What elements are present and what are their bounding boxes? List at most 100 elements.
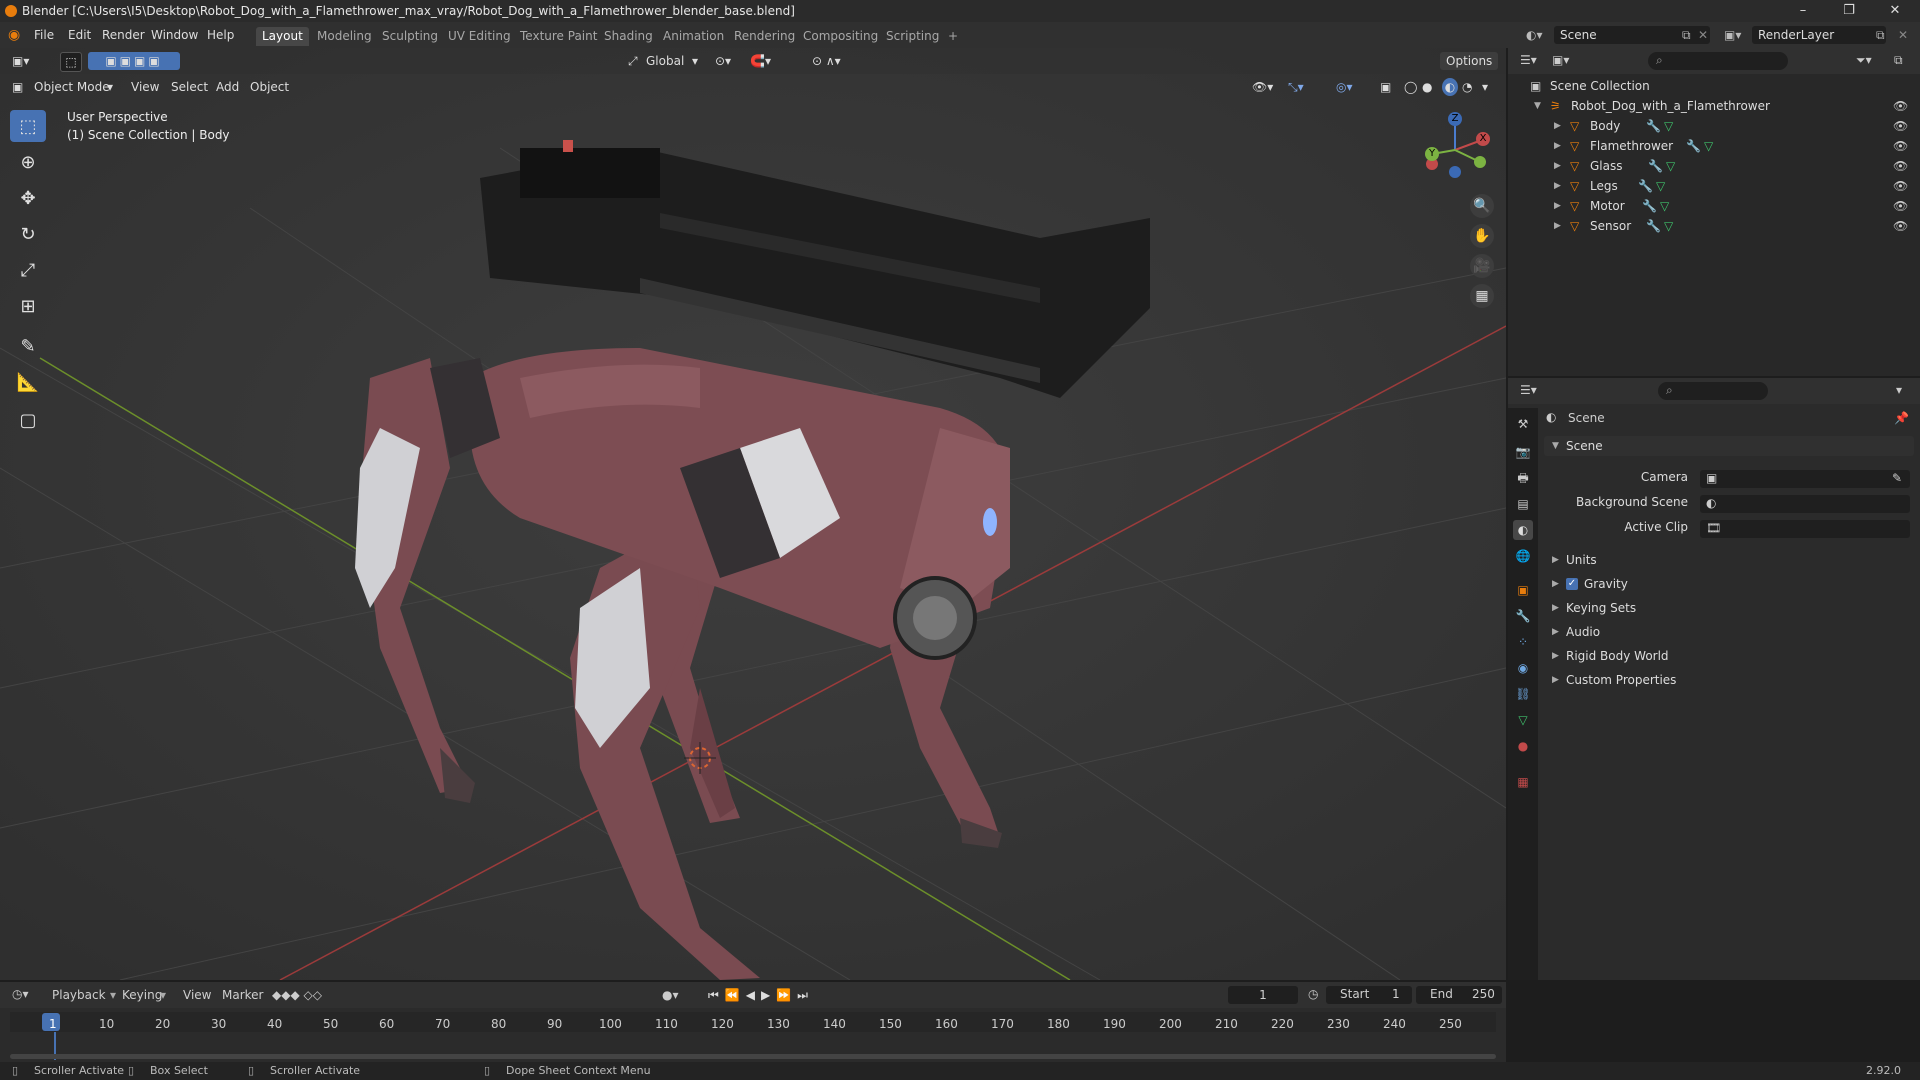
gravity-section[interactable]: ▶ ✓ Gravity <box>1544 574 1914 594</box>
gizmo-y-label[interactable]: Y <box>1425 147 1439 161</box>
viewport-menu-select[interactable]: Select <box>171 78 208 96</box>
expand-arrow-icon[interactable]: ▶ <box>1552 646 1559 666</box>
data-tab-icon[interactable]: ▽ <box>1513 710 1533 730</box>
pin-icon[interactable]: 📌 <box>1894 411 1909 425</box>
solid-shading-icon[interactable]: ● <box>1422 78 1432 96</box>
annotate-tool[interactable]: ✎ <box>10 330 46 362</box>
transform-orientation-icon[interactable]: ⤢ <box>628 52 638 70</box>
object-mode-dropdown[interactable]: Object Mode <box>34 78 110 96</box>
eyedropper-icon[interactable]: ✎ <box>1892 471 1902 485</box>
keyframe-icons[interactable]: ◆◆◆ ◇◇ <box>272 988 322 1002</box>
tab-modeling[interactable]: Modeling <box>311 27 378 46</box>
render-tab-icon[interactable]: 📷 <box>1513 442 1533 462</box>
custom-properties-section[interactable]: ▶ Custom Properties <box>1544 670 1914 690</box>
camera-field[interactable]: ▣ ✎ <box>1700 470 1910 488</box>
active-clip-field[interactable]: 🎞 <box>1700 520 1910 538</box>
visibility-eye-icon[interactable]: 👁 <box>1893 136 1908 156</box>
scene-selector-icon[interactable]: ◐▾ <box>1526 26 1543 44</box>
mesh-data-icon[interactable]: ▽ <box>1660 196 1669 216</box>
measure-tool[interactable]: 📐 <box>10 366 46 398</box>
audio-section[interactable]: ▶ Audio <box>1544 622 1914 642</box>
tab-uv-editing[interactable]: UV Editing <box>442 27 517 46</box>
proportional-editing-icon[interactable]: ⊙ ∧▾ <box>812 52 841 70</box>
expand-arrow-icon[interactable]: ▶ <box>1552 574 1559 594</box>
visibility-eye-icon[interactable]: 👁 <box>1893 216 1908 236</box>
mesh-data-icon[interactable]: ▽ <box>1664 116 1673 136</box>
visibility-eye-icon[interactable]: 👁 <box>1893 96 1908 116</box>
timeline-menu-keying[interactable]: Keying <box>122 988 162 1002</box>
modifier-wrench-icon[interactable]: 🔧 <box>1642 196 1657 216</box>
ortho-grid-icon[interactable]: ▦ <box>1470 284 1494 308</box>
expand-arrow-icon[interactable]: ▶ <box>1554 176 1561 196</box>
menu-render[interactable]: Render <box>102 26 145 44</box>
close-button[interactable]: ✕ <box>1872 0 1918 22</box>
new-collection-icon[interactable]: ⧉ <box>1894 53 1903 68</box>
select-box-tool[interactable]: ⬚ <box>10 110 46 142</box>
properties-options-icon[interactable]: ▾ <box>1896 383 1902 397</box>
display-mode-icon[interactable]: ▣▾ <box>1552 53 1569 67</box>
units-section[interactable]: ▶ Units <box>1544 550 1914 570</box>
orientation-dropdown[interactable]: Global <box>646 52 684 70</box>
preview-range-icon[interactable]: ◷ <box>1308 987 1318 1001</box>
select-tool-icon[interactable]: ⬚ <box>60 52 82 72</box>
menu-file[interactable]: File <box>34 26 54 44</box>
outliner-search-input[interactable]: ⌕ <box>1648 52 1788 70</box>
viewport-menu-add[interactable]: Add <box>216 78 239 96</box>
keying-sets-section[interactable]: ▶ Keying Sets <box>1544 598 1914 618</box>
tab-rendering[interactable]: Rendering <box>728 27 801 46</box>
modifier-wrench-icon[interactable]: 🔧 <box>1686 136 1701 156</box>
particles-tab-icon[interactable]: ⁘ <box>1513 632 1533 652</box>
delete-layer-icon[interactable]: ✕ <box>1898 26 1908 44</box>
modifier-wrench-icon[interactable]: 🔧 <box>1646 116 1661 136</box>
mesh-data-icon[interactable]: ▽ <box>1664 216 1673 236</box>
xray-icon[interactable]: ▣ <box>1380 78 1391 96</box>
gizmo-x-label[interactable]: X <box>1476 132 1490 146</box>
camera-view-icon[interactable]: 🎥 <box>1470 254 1494 278</box>
collapse-arrow-icon[interactable]: ▼ <box>1552 436 1559 456</box>
editor-type-icon[interactable]: ▣▾ <box>12 52 29 70</box>
expand-arrow-icon[interactable]: ▶ <box>1554 136 1561 156</box>
object-mode-icon[interactable]: ▣ <box>12 78 23 96</box>
shading-options-icon[interactable]: ▾ <box>1482 78 1488 96</box>
expand-arrow-icon[interactable]: ▼ <box>1534 96 1541 116</box>
navigation-gizmo[interactable]: Z X Y <box>1420 110 1500 190</box>
menu-edit[interactable]: Edit <box>68 26 91 44</box>
new-scene-icon[interactable]: ⧉ <box>1682 26 1691 44</box>
gizmo-z-label[interactable]: Z <box>1448 112 1462 126</box>
tab-sculpting[interactable]: Sculpting <box>376 27 444 46</box>
mesh-data-icon[interactable]: ▽ <box>1656 176 1665 196</box>
tab-compositing[interactable]: Compositing <box>797 27 884 46</box>
mesh-data-icon[interactable]: ▽ <box>1704 136 1713 156</box>
expand-arrow-icon[interactable]: ▶ <box>1554 196 1561 216</box>
add-workspace-button[interactable]: + <box>942 27 964 46</box>
scale-tool[interactable]: ⤢ <box>10 254 46 286</box>
add-cube-tool[interactable]: ▢ <box>10 404 46 436</box>
menu-window[interactable]: Window <box>151 26 198 44</box>
visibility-icon[interactable]: 👁▾ <box>1252 78 1273 96</box>
expand-arrow-icon[interactable]: ▶ <box>1554 156 1561 176</box>
viewport-menu-object[interactable]: Object <box>250 78 289 96</box>
gizmo-toggle-icon[interactable]: ⤡▾ <box>1288 78 1304 96</box>
outliner-editor-icon[interactable]: ☰▾ <box>1520 53 1537 67</box>
playback-controls-icons[interactable]: ⏮⏪◀▶⏩⏭ <box>708 988 814 1003</box>
snap-icon[interactable]: 🧲▾ <box>750 52 771 70</box>
modifier-tab-icon[interactable]: 🔧 <box>1513 606 1533 626</box>
visibility-eye-icon[interactable]: 👁 <box>1893 116 1908 136</box>
overlays-icon[interactable]: ◎▾ <box>1336 78 1353 96</box>
tab-scripting[interactable]: Scripting <box>880 27 945 46</box>
pan-hand-icon[interactable]: ✋ <box>1470 224 1494 248</box>
rotate-tool[interactable]: ↻ <box>10 218 46 250</box>
minimize-button[interactable]: – <box>1780 0 1826 22</box>
tab-texture-paint[interactable]: Texture Paint <box>514 27 603 46</box>
outliner-scene-collection[interactable]: ▣ Scene Collection <box>1508 76 1920 96</box>
expand-arrow-icon[interactable]: ▶ <box>1554 116 1561 136</box>
mode-chevron-icon[interactable]: ▾ <box>107 78 113 96</box>
start-frame-field[interactable]: Start 1 <box>1326 986 1412 1004</box>
current-frame-field[interactable]: 1 <box>1228 986 1298 1004</box>
outliner-item-body[interactable]: ▶ ▽ Body 🔧 ▽ 👁 <box>1508 116 1920 136</box>
pivot-point-icon[interactable]: ⊙▾ <box>715 52 731 70</box>
physics-tab-icon[interactable]: ◉ <box>1513 658 1533 678</box>
scene-panel-header[interactable]: ▼ Scene <box>1544 436 1914 456</box>
expand-arrow-icon[interactable]: ▶ <box>1552 598 1559 618</box>
texture-tab-icon[interactable]: ▦ <box>1513 772 1533 792</box>
